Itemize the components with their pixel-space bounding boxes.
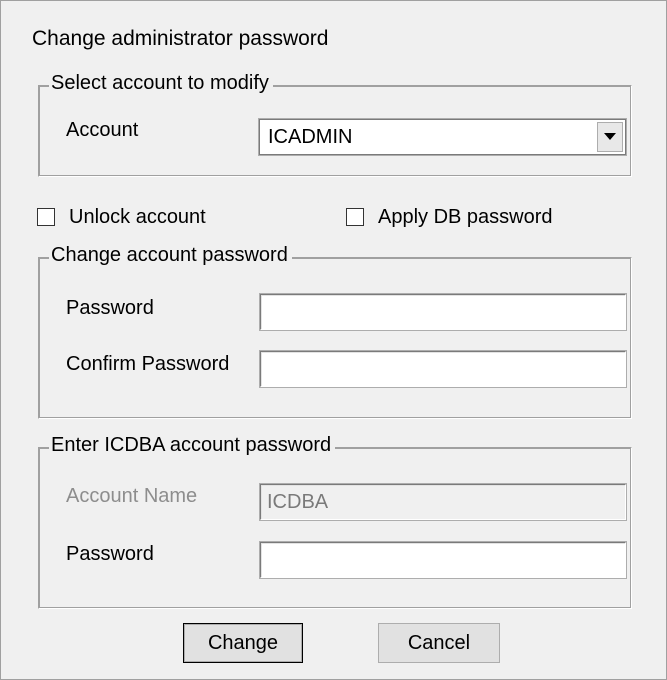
account-name-label: Account Name xyxy=(66,485,198,507)
account-combobox-dropdown-button[interactable] xyxy=(597,122,623,152)
icdba-password-input[interactable] xyxy=(260,542,626,578)
unlock-account-option[interactable]: Unlock account xyxy=(37,205,206,229)
apply-db-password-label[interactable]: Apply DB password xyxy=(378,206,553,229)
icdba-group: Enter ICDBA account password xyxy=(38,434,632,609)
account-combobox[interactable]: ICADMIN xyxy=(259,119,626,155)
account-combobox-value: ICADMIN xyxy=(268,126,353,148)
apply-db-password-option[interactable]: Apply DB password xyxy=(346,205,553,229)
unlock-account-label[interactable]: Unlock account xyxy=(69,206,206,229)
change-password-legend: Change account password xyxy=(49,244,292,267)
icdba-password-label: Password xyxy=(66,543,154,565)
icdba-legend: Enter ICDBA account password xyxy=(49,434,336,457)
password-label: Password xyxy=(66,297,154,319)
confirm-password-input[interactable] xyxy=(260,351,626,387)
change-admin-password-dialog: Change administrator password Select acc… xyxy=(0,0,667,680)
apply-db-password-checkbox[interactable] xyxy=(346,208,364,226)
password-input[interactable] xyxy=(260,294,626,330)
change-password-group: Change account password xyxy=(38,244,632,419)
account-label: Account xyxy=(66,119,139,141)
dialog-title: Change administrator password xyxy=(32,27,329,50)
confirm-password-label: Confirm Password xyxy=(66,353,230,375)
unlock-account-checkbox[interactable] xyxy=(37,208,55,226)
account-name-field: ICDBA xyxy=(260,484,626,520)
chevron-down-icon xyxy=(604,133,616,140)
select-account-legend: Select account to modify xyxy=(49,72,273,95)
change-button[interactable]: Change xyxy=(183,623,303,663)
cancel-button[interactable]: Cancel xyxy=(378,623,500,663)
